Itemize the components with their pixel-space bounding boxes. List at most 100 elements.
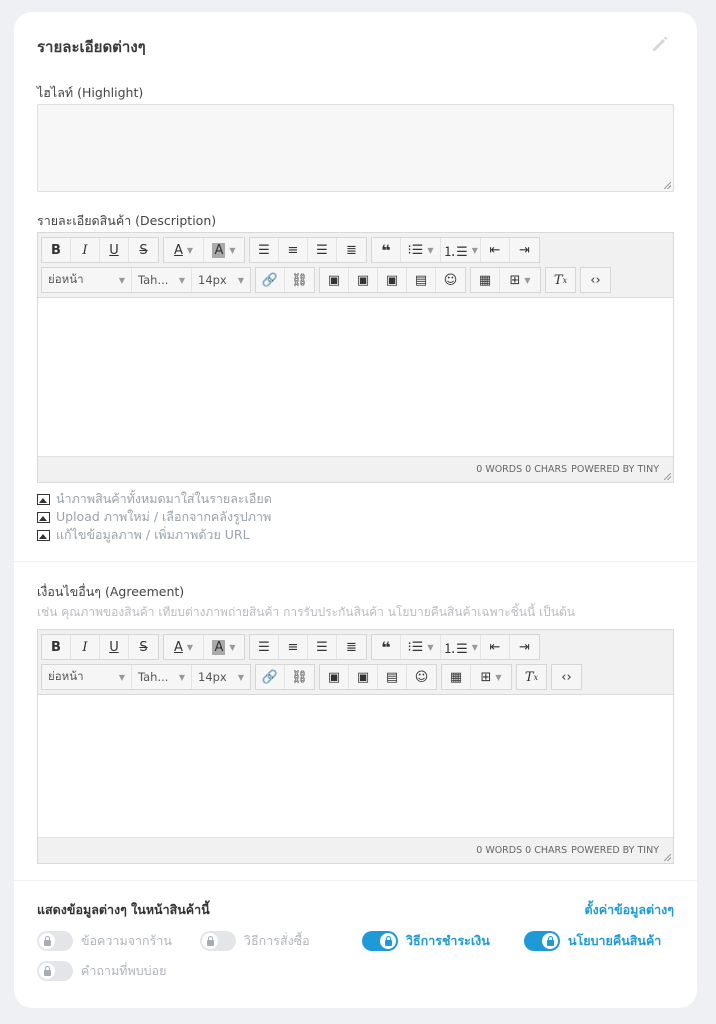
- toggle-switch[interactable]: [37, 931, 73, 951]
- italic-button[interactable]: I: [71, 635, 100, 659]
- blockquote-icon[interactable]: ❝: [372, 635, 401, 659]
- image-gallery-icon[interactable]: ▣: [320, 665, 349, 689]
- toggle-return-policy[interactable]: นโยบายคืนสินค้า: [524, 931, 661, 951]
- indent-icon[interactable]: ⇥: [510, 238, 539, 262]
- link-icon[interactable]: 🔗: [256, 665, 285, 689]
- bullet-list-icon[interactable]: ⁝☰ ▼: [401, 238, 441, 262]
- blockquote-icon[interactable]: ❝: [372, 238, 401, 262]
- image-option-insert-all[interactable]: นำภาพสินค้าทั้งหมดมาใส่ในรายละเอียด: [37, 490, 272, 508]
- media-group: ▣ ▣ ▤ ☺: [319, 664, 437, 690]
- visual-blocks-icon[interactable]: ▦: [471, 268, 500, 292]
- image-gallery-icon[interactable]: ▣: [349, 268, 378, 292]
- image-upload-icon[interactable]: ▣: [320, 268, 349, 292]
- format-group: B I U S: [41, 237, 159, 263]
- strikethrough-button[interactable]: S: [129, 635, 158, 659]
- text-color-button[interactable]: A ▼: [164, 238, 204, 262]
- resize-handle[interactable]: [664, 473, 671, 480]
- list-group: ❝ ⁝☰ ▼ ⒈☰ ▼ ⇤ ⇥: [371, 237, 540, 263]
- block-format-select[interactable]: ย่อหน้า ▼: [42, 665, 132, 689]
- strikethrough-button[interactable]: S: [129, 238, 158, 262]
- color-group: A ▼ A ▼: [163, 237, 245, 263]
- block-format-value: ย่อหน้า: [48, 272, 84, 286]
- italic-button[interactable]: I: [71, 238, 100, 262]
- bg-color-button[interactable]: A ▼: [204, 238, 244, 262]
- unlink-icon[interactable]: ⛓: [285, 665, 314, 689]
- font-size-select[interactable]: 14px ▼: [192, 268, 250, 292]
- block-format-select[interactable]: ย่อหน้า ▼: [42, 268, 132, 292]
- highlight-textarea[interactable]: [37, 104, 674, 192]
- image-option-upload[interactable]: Upload ภาพใหม่ / เลือกจากคลังรูปภาพ: [37, 508, 272, 526]
- highlight-label: ไฮไลท์ (Highlight): [37, 85, 144, 100]
- bold-button[interactable]: B: [42, 238, 71, 262]
- bg-color-button[interactable]: A ▼: [204, 635, 244, 659]
- settings-link[interactable]: ตั้งค่าข้อมูลต่างๆ: [584, 900, 674, 920]
- bold-button[interactable]: B: [42, 635, 71, 659]
- powered-by-link[interactable]: POWERED BY TINY: [571, 845, 659, 856]
- agreement-hint: เช่น คุณภาพของสินค้า เทียบต่างภาพถ่ายสิน…: [37, 605, 575, 619]
- align-right-icon[interactable]: ☰: [308, 635, 337, 659]
- toggle-switch[interactable]: [362, 931, 398, 951]
- toggle-label: วิธีการชำระเงิน: [406, 933, 490, 948]
- description-edit-area[interactable]: [38, 298, 673, 456]
- image-option-label: แก้ไขข้อมูลภาพ / เพิ่มภาพด้วย URL: [56, 527, 250, 542]
- align-left-icon[interactable]: ☰: [250, 635, 279, 659]
- toggle-shop-message[interactable]: ข้อความจากร้าน: [37, 931, 172, 951]
- source-code-icon[interactable]: ‹›: [552, 665, 581, 689]
- link-group: 🔗 ⛓: [255, 664, 315, 690]
- toggle-switch[interactable]: [524, 931, 560, 951]
- clear-format-icon[interactable]: Tx: [517, 665, 546, 689]
- toggle-label: คำถามที่พบบ่อย: [81, 963, 167, 978]
- video-icon[interactable]: ▤: [407, 268, 436, 292]
- outdent-icon[interactable]: ⇤: [481, 635, 510, 659]
- clear-group: Tx: [545, 267, 576, 293]
- toggle-label: ข้อความจากร้าน: [81, 933, 172, 948]
- image-option-edit[interactable]: แก้ไขข้อมูลภาพ / เพิ่มภาพด้วย URL: [37, 526, 272, 544]
- align-center-icon[interactable]: ≡: [279, 238, 308, 262]
- toggle-switch[interactable]: [37, 961, 73, 981]
- font-family-select[interactable]: Tah... ▼: [132, 665, 192, 689]
- edit-pencil-icon[interactable]: [650, 34, 670, 54]
- clear-format-icon[interactable]: Tx: [546, 268, 575, 292]
- font-family-value: Tah...: [138, 670, 169, 684]
- emoticon-icon[interactable]: ☺: [436, 268, 465, 292]
- lock-icon: [384, 935, 392, 946]
- font-family-select[interactable]: Tah... ▼: [132, 268, 192, 292]
- emoticon-icon[interactable]: ☺: [407, 665, 436, 689]
- toggle-faq[interactable]: คำถามที่พบบ่อย: [37, 961, 166, 981]
- numbered-list-icon[interactable]: ⒈☰ ▼: [441, 635, 481, 659]
- code-group: ‹›: [551, 664, 582, 690]
- table-icon[interactable]: ⊞ ▼: [471, 665, 511, 689]
- indent-icon[interactable]: ⇥: [510, 635, 539, 659]
- align-center-icon[interactable]: ≡: [279, 635, 308, 659]
- image-icon[interactable]: ▣: [349, 665, 378, 689]
- resize-handle[interactable]: [664, 182, 671, 189]
- powered-by-link[interactable]: POWERED BY TINY: [571, 464, 659, 475]
- toggle-how-to-order[interactable]: วิธีการสั่งซื้อ: [200, 931, 310, 951]
- font-size-value: 14px: [198, 273, 227, 287]
- visual-blocks-icon[interactable]: ▦: [442, 665, 471, 689]
- outdent-icon[interactable]: ⇤: [481, 238, 510, 262]
- align-right-icon[interactable]: ☰: [308, 238, 337, 262]
- align-group: ☰ ≡ ☰ ≣: [249, 237, 367, 263]
- video-icon[interactable]: ▤: [378, 665, 407, 689]
- numbered-list-icon[interactable]: ⒈☰ ▼: [441, 238, 481, 262]
- link-icon[interactable]: 🔗: [256, 268, 285, 292]
- table-icon[interactable]: ⊞ ▼: [500, 268, 540, 292]
- underline-button[interactable]: U: [100, 635, 129, 659]
- agreement-editor: B I U S A ▼ A ▼ ☰ ≡ ☰ ≣ ❝ ⁝☰ ▼ ⒈☰ ▼ ⇤ ⇥ …: [37, 629, 674, 864]
- resize-handle[interactable]: [664, 854, 671, 861]
- agreement-edit-area[interactable]: [38, 695, 673, 837]
- bullet-list-icon[interactable]: ⁝☰ ▼: [401, 635, 441, 659]
- toggle-payment-method[interactable]: วิธีการชำระเงิน: [362, 931, 490, 951]
- source-code-icon[interactable]: ‹›: [581, 268, 610, 292]
- font-size-select[interactable]: 14px ▼: [192, 665, 250, 689]
- clear-group: Tx: [516, 664, 547, 690]
- toggle-switch[interactable]: [200, 931, 236, 951]
- underline-button[interactable]: U: [100, 238, 129, 262]
- text-color-button[interactable]: A ▼: [164, 635, 204, 659]
- align-justify-icon[interactable]: ≣: [337, 635, 366, 659]
- image-icon[interactable]: ▣: [378, 268, 407, 292]
- align-justify-icon[interactable]: ≣: [337, 238, 366, 262]
- align-left-icon[interactable]: ☰: [250, 238, 279, 262]
- unlink-icon[interactable]: ⛓: [285, 268, 314, 292]
